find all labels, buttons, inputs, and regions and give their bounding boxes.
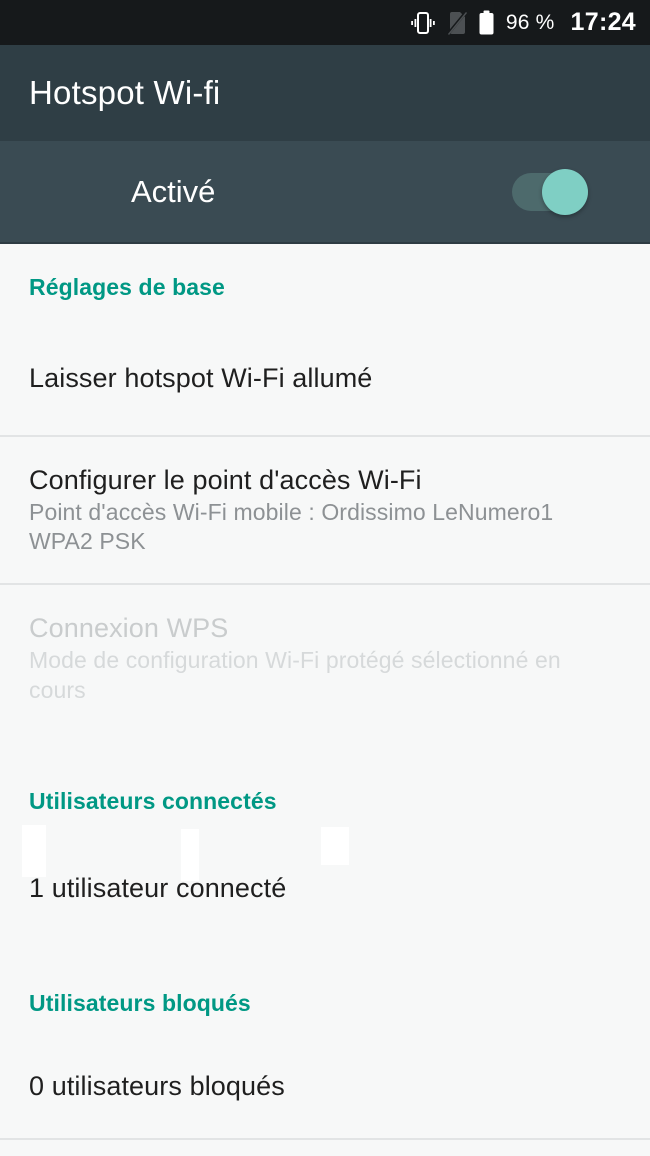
- row-keep-hotspot-on[interactable]: Laisser hotspot Wi-Fi allumé: [0, 301, 650, 435]
- render-artifact-patch: [321, 826, 349, 865]
- render-artifact-patch: [22, 824, 46, 877]
- vibrate-icon: [410, 11, 436, 34]
- row-configure-hotspot-subtitle-line1: Point d'accès Wi-Fi mobile : Ordissimo L…: [29, 499, 554, 525]
- app-title-bar: Hotspot Wi-fi: [0, 45, 650, 141]
- status-bar: 96 % 17:24: [0, 0, 650, 45]
- battery-full-icon: [478, 10, 495, 35]
- clock-label: 17:24: [570, 8, 636, 36]
- sim-card-off-icon: [446, 10, 467, 35]
- row-blocked-users-title: 0 utilisateurs bloqués: [29, 1070, 285, 1101]
- battery-percent-label: 96 %: [505, 10, 555, 34]
- hotspot-toggle-switch[interactable]: [512, 168, 588, 215]
- section-header-connected-users: Utilisateurs connectés: [29, 787, 277, 814]
- row-configure-hotspot-subtitle-line2: WPA2 PSK: [29, 528, 146, 555]
- switch-thumb: [542, 168, 588, 215]
- row-configure-hotspot-subtitle: Point d'accès Wi-Fi mobile : Ordissimo L…: [29, 498, 630, 556]
- row-wps-connection: Connexion WPS Mode de configuration Wi-F…: [0, 585, 650, 742]
- row-blocked-users[interactable]: 0 utilisateurs bloqués: [0, 1017, 650, 1138]
- page-title: Hotspot Wi-fi: [29, 74, 221, 111]
- row-wps-connection-subtitle-line1: Mode de configuration Wi-Fi protégé séle…: [29, 647, 561, 674]
- row-keep-hotspot-on-title: Laisser hotspot Wi-Fi allumé: [29, 363, 373, 393]
- row-configure-hotspot-title: Configurer le point d'accès Wi-Fi: [29, 465, 422, 495]
- section-header-blocked-users: Utilisateurs bloqués: [29, 989, 251, 1016]
- row-wps-connection-subtitle: Mode de configuration Wi-Fi protégé séle…: [29, 646, 630, 704]
- hotspot-toggle-label: Activé: [131, 173, 216, 209]
- row-configure-hotspot[interactable]: Configurer le point d'accès Wi-Fi Point …: [0, 437, 650, 583]
- hotspot-toggle-row[interactable]: Activé: [0, 141, 650, 244]
- row-wps-connection-title: Connexion WPS: [29, 613, 229, 644]
- row-connected-users[interactable]: 1 utilisateur connecté: [0, 815, 650, 948]
- section-header-basic: Réglages de base: [29, 274, 225, 300]
- divider: [0, 1137, 650, 1140]
- row-wps-connection-subtitle-line2: cours: [29, 676, 86, 703]
- settings-list: Réglages de base Laisser hotspot Wi-Fi a…: [0, 244, 650, 1140]
- row-connected-users-title: 1 utilisateur connecté: [29, 872, 287, 903]
